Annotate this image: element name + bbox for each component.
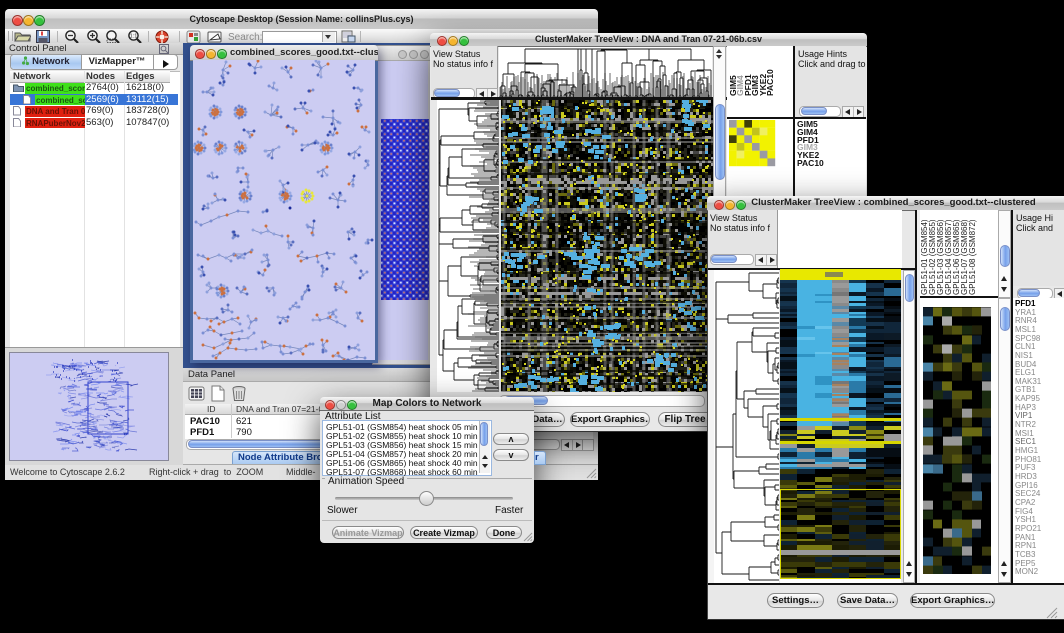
svg-text:1:1: 1:1	[130, 34, 138, 40]
